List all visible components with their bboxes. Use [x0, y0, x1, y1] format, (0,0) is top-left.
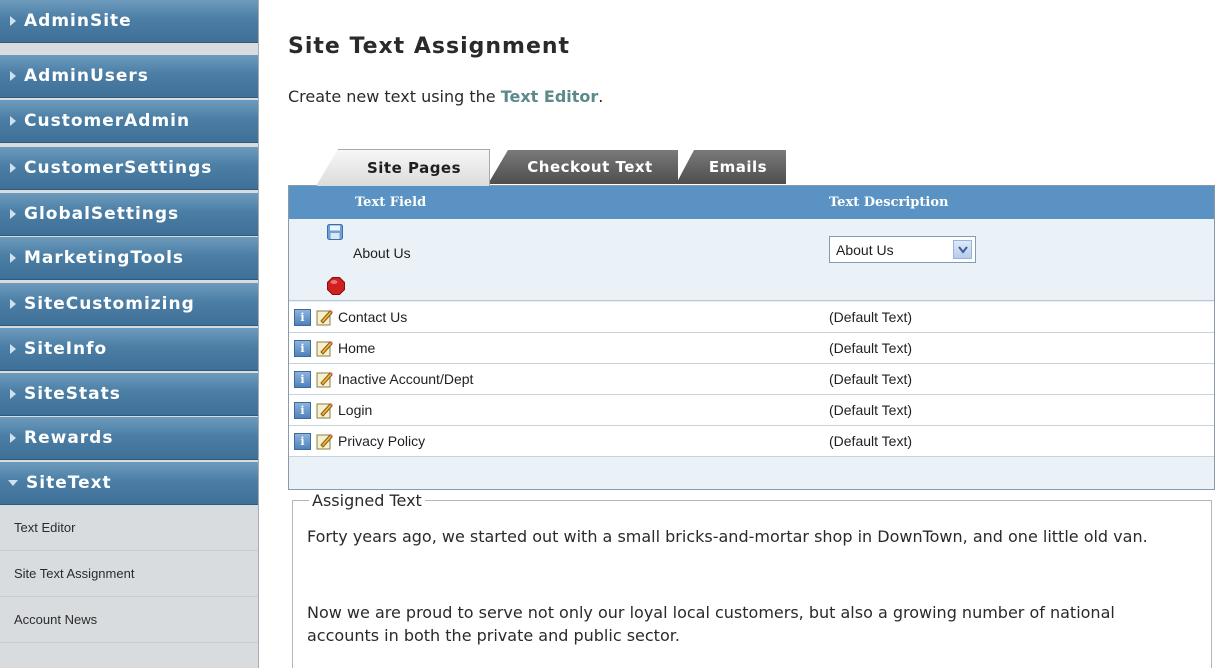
edit-row: About Us About Us: [289, 219, 1214, 301]
intro-text: Create new text using the Text Editor.: [288, 87, 603, 106]
subnav-item-label: Site Text Assignment: [14, 566, 135, 581]
collapse-arrow-icon: [8, 480, 18, 486]
save-icon[interactable]: [327, 224, 343, 240]
assigned-text-paragraph: Forty years ago, we started out with a s…: [307, 527, 1148, 546]
nav-item-adminsite[interactable]: AdminSite: [0, 0, 258, 43]
nav-item-rewards[interactable]: Rewards: [0, 417, 258, 460]
edit-row-text-field: About Us: [353, 245, 411, 261]
cancel-stop-icon[interactable]: [327, 277, 345, 295]
expand-arrow-icon: [10, 253, 16, 263]
subnav-item-site-text-assignment[interactable]: Site Text Assignment: [0, 551, 258, 597]
nav-item-label: AdminSite: [24, 11, 132, 31]
assigned-text-panel: Assigned Text Forty years ago, we starte…: [292, 491, 1212, 668]
row-text-description: (Default Text): [829, 402, 912, 418]
row-text-description: (Default Text): [829, 371, 912, 387]
nav-item-sitecustomizing[interactable]: SiteCustomizing: [0, 283, 258, 326]
sidebar: AdminSite AdminUsers CustomerAdmin Custo…: [0, 0, 259, 668]
expand-arrow-icon: [10, 299, 16, 309]
expand-arrow-icon: [10, 116, 16, 126]
expand-arrow-icon: [10, 389, 16, 399]
edit-pencil-icon[interactable]: [316, 401, 334, 419]
row-text-field: Home: [338, 340, 376, 356]
info-icon[interactable]: i: [294, 309, 311, 326]
expand-arrow-icon: [10, 163, 16, 173]
nav-item-marketingtools[interactable]: MarketingTools: [0, 237, 258, 280]
page-title: Site Text Assignment: [288, 34, 571, 59]
row-text-field: Privacy Policy: [338, 433, 426, 449]
table-row[interactable]: i Home (Default Text): [289, 333, 1214, 364]
nav-item-customersettings[interactable]: CustomerSettings: [0, 147, 258, 190]
tab-checkout-text[interactable]: Checkout Text: [488, 150, 678, 184]
row-text-description: (Default Text): [829, 433, 912, 449]
expand-arrow-icon: [10, 209, 16, 219]
intro-prefix: Create new text using the: [288, 87, 501, 106]
edit-pencil-icon[interactable]: [316, 339, 334, 357]
nav-item-label: CustomerSettings: [24, 158, 213, 178]
nav-item-label: SiteCustomizing: [24, 294, 195, 314]
tab-site-pages[interactable]: Site Pages: [316, 149, 490, 186]
info-icon[interactable]: i: [294, 433, 311, 450]
nav-item-customeradmin[interactable]: CustomerAdmin: [0, 100, 258, 143]
table-row[interactable]: i Inactive Account/Dept (Default Text): [289, 364, 1214, 395]
row-text-description: (Default Text): [829, 309, 912, 325]
intro-suffix: .: [598, 87, 604, 106]
select-value: About Us: [836, 242, 894, 258]
assigned-text-paragraph: Now we are proud to serve not only our l…: [307, 603, 1115, 645]
row-text-description: (Default Text): [829, 340, 912, 356]
chevron-down-icon[interactable]: [953, 240, 972, 259]
table-row[interactable]: i Login (Default Text): [289, 395, 1214, 426]
edit-pencil-icon[interactable]: [316, 370, 334, 388]
table-row[interactable]: i Privacy Policy (Default Text): [289, 426, 1214, 457]
row-text-field: Inactive Account/Dept: [338, 371, 474, 387]
grid-header: Text Field Text Description: [289, 186, 1214, 219]
subnav-item-label: Account News: [14, 612, 98, 627]
column-header-text-description[interactable]: Text Description: [829, 195, 948, 210]
nav-item-label: CustomerAdmin: [24, 111, 191, 131]
nav-item-label: Rewards: [24, 428, 114, 448]
subnav-item-account-news[interactable]: Account News: [0, 597, 258, 643]
text-assignment-grid: Text Field Text Description About Us Abo…: [288, 185, 1215, 490]
nav-item-globalsettings[interactable]: GlobalSettings: [0, 193, 258, 236]
subnav-item-label: Text Editor: [14, 520, 76, 535]
nav-item-sitetext[interactable]: SiteText: [0, 462, 258, 505]
nav-item-label: MarketingTools: [24, 248, 185, 268]
info-icon[interactable]: i: [294, 402, 311, 419]
nav-item-sitestats[interactable]: SiteStats: [0, 373, 258, 416]
text-editor-link[interactable]: Text Editor: [501, 87, 599, 106]
subnav-item-text-editor[interactable]: Text Editor: [0, 505, 258, 551]
nav-item-label: SiteInfo: [24, 339, 108, 359]
text-description-select[interactable]: About Us: [829, 236, 976, 263]
expand-arrow-icon: [10, 16, 16, 26]
row-text-field: Contact Us: [338, 309, 408, 325]
tab-emails[interactable]: Emails: [676, 150, 786, 184]
table-row[interactable]: i Contact Us (Default Text): [289, 302, 1214, 333]
row-text-field: Login: [338, 402, 373, 418]
expand-arrow-icon: [10, 344, 16, 354]
nav-item-label: GlobalSettings: [24, 204, 180, 224]
column-header-text-field[interactable]: Text Field: [355, 195, 426, 210]
info-icon[interactable]: i: [294, 371, 311, 388]
info-icon[interactable]: i: [294, 340, 311, 357]
nav-item-siteinfo[interactable]: SiteInfo: [0, 328, 258, 371]
edit-pencil-icon[interactable]: [316, 432, 334, 450]
nav-item-adminusers[interactable]: AdminUsers: [0, 55, 258, 98]
edit-pencil-icon[interactable]: [316, 308, 334, 326]
expand-arrow-icon: [10, 71, 16, 81]
assigned-text-legend: Assigned Text: [309, 491, 425, 510]
nav-item-label: SiteText: [26, 473, 112, 493]
nav-item-label: SiteStats: [24, 384, 121, 404]
nav-item-label: AdminUsers: [24, 66, 149, 86]
expand-arrow-icon: [10, 433, 16, 443]
